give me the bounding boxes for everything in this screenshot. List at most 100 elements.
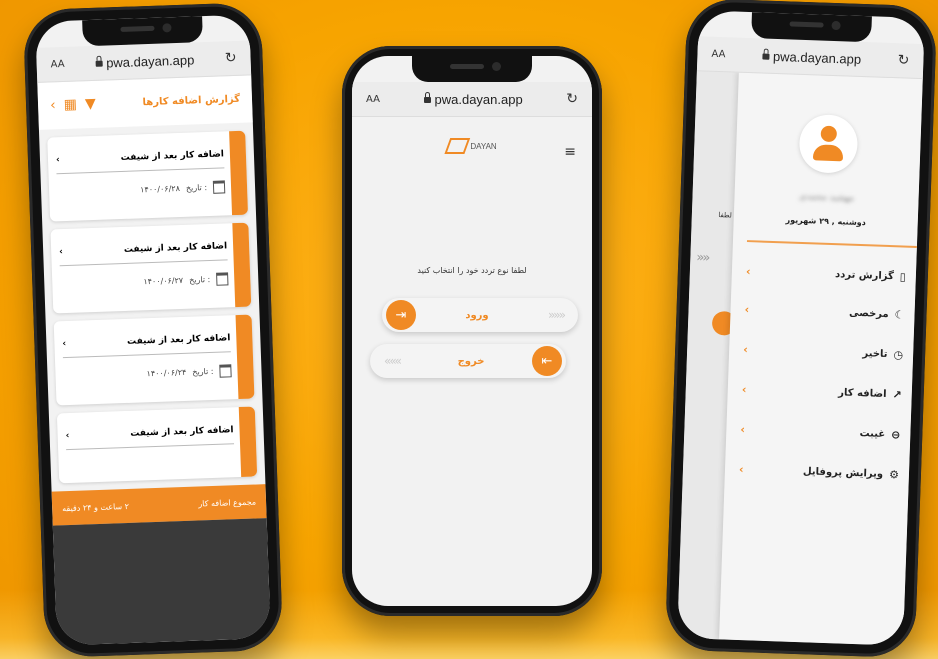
lock-icon [95, 60, 103, 67]
menu-item-attendance-report[interactable]: ‹ گزارش تردد ▯ [746, 258, 907, 290]
filter-icon[interactable]: ▼ [85, 96, 96, 112]
notch [751, 12, 872, 43]
card-date: ۱۴۰۰/۰۶/۲۸ [139, 183, 181, 194]
url-field[interactable]: pwa.dayan.app [95, 52, 195, 70]
url-field[interactable]: pwa.dayan.app [423, 91, 523, 107]
card-title: اضافه کار بعد از شیفت [130, 425, 234, 439]
current-date: دوشنبه , ۲۹ شهریور [785, 215, 866, 228]
overtime-card[interactable]: ‹ اضافه کار بعد از شیفت ۱۴۰۰/۰۶/۲۸ تاریخ : [47, 130, 249, 222]
menu-item-delay[interactable]: ‹ تاخیر ◷ [743, 336, 904, 368]
chevrons-left-icon: ««« [384, 354, 402, 368]
avatar[interactable] [798, 113, 859, 174]
lock-icon [423, 92, 431, 103]
url-text: pwa.dayan.app [105, 51, 195, 70]
notch [82, 16, 203, 47]
chevrons-right-icon: »» [696, 250, 709, 266]
chevron-left-icon: ‹ [743, 342, 749, 356]
divider [746, 240, 917, 248]
menu-item-absence[interactable]: ‹ غیبت ⊖ [740, 416, 901, 448]
report-header: ‹ ▦ ▼ گزارش اضافه کارها [37, 74, 253, 130]
card-title: اضافه کار بعد از شیفت [126, 333, 231, 347]
phone-left-screen: AA pwa.dayan.app ↻ ‹ ▦ ▼ گزارش اضافه کار… [35, 14, 271, 646]
phone-right-screen: AA pwa.dayan.app ↻ لطفا »» مهشید محمدی د… [677, 10, 925, 646]
text-size-button[interactable]: AA [711, 48, 725, 59]
card-date: ۱۴۰۰/۰۶/۲۴ [146, 367, 187, 378]
text-size-button[interactable]: AA [366, 94, 380, 105]
card-tag [229, 130, 249, 216]
chevron-left-icon: ‹ [744, 302, 750, 316]
trend-icon: ↗ [892, 387, 902, 402]
calendar-icon [212, 179, 226, 194]
text-size-button[interactable]: AA [50, 58, 64, 69]
calendar-icon [219, 363, 232, 378]
gear-icon: ⚙ [888, 467, 900, 482]
clipboard-icon: ▯ [899, 269, 907, 284]
total-value: ۲ ساعت و ۲۴ دقیقه [62, 501, 130, 513]
chevron-left-icon[interactable]: ‹ [65, 431, 69, 441]
peek-label: لطفا [718, 211, 733, 220]
notch [412, 56, 532, 82]
enter-button[interactable]: ⇥ ورود »»» [382, 298, 578, 332]
menu-item-leave[interactable]: ‹ مرخصی ☾ [744, 296, 905, 328]
hamburger-menu-icon[interactable]: ≡ [564, 144, 576, 160]
url-text: pwa.dayan.app [434, 91, 523, 107]
chevron-left-icon: ‹ [738, 462, 744, 476]
overtime-card[interactable]: ‹ اضافه کار بعد از شیفت ۱۴۰۰/۰۶/۲۷ تاریخ : [50, 222, 252, 314]
browser-url-bar: AA pwa.dayan.app ↻ [36, 40, 252, 83]
menu-item-label: گزارش تردد [834, 268, 894, 282]
side-drawer: مهشید محمدی دوشنبه , ۲۹ شهریور ‹ گزارش ت… [719, 71, 923, 646]
back-chevron-icon[interactable]: ‹ [50, 97, 56, 113]
card-tag [235, 314, 255, 400]
card-tag [232, 222, 252, 308]
menu-item-label: مرخصی [848, 307, 889, 320]
login-icon: ⇥ [386, 300, 416, 330]
menu-item-label: ویرایش پروفایل [802, 465, 884, 480]
screen-dark-area [52, 518, 271, 646]
reload-icon[interactable]: ↻ [225, 50, 237, 66]
phone-left: AA pwa.dayan.app ↻ ‹ ▦ ▼ گزارش اضافه کار… [22, 2, 284, 658]
card-title: اضافه کار بعد از شیفت [123, 241, 228, 255]
chevron-left-icon: ‹ [741, 382, 747, 396]
chevrons-right-icon: »»» [547, 308, 566, 322]
date-label: تاریخ : [192, 366, 214, 377]
lock-icon [761, 53, 770, 60]
chevron-left-icon: ‹ [740, 422, 746, 436]
chevron-left-icon[interactable]: ‹ [56, 155, 60, 165]
date-label: تاریخ : [188, 274, 211, 285]
menu-item-edit-profile[interactable]: ‹ ویرایش پروفایل ⚙ [739, 456, 900, 488]
exit-label: خروج [457, 355, 485, 367]
overtime-card[interactable]: ‹ اضافه کار بعد از شیفت ۱۴۰۰/۰۶/۲۴ تاریخ : [53, 314, 255, 406]
logout-icon: ⇤ [531, 346, 562, 376]
exit-button[interactable]: ««« خروج ⇤ [370, 344, 566, 378]
url-text: pwa.dayan.app [772, 48, 862, 67]
menu-item-label: تاخیر [862, 347, 888, 360]
logo-text: DAYAN [470, 141, 497, 151]
menu-item-overtime[interactable]: ‹ اضافه کار ↗ [741, 376, 902, 408]
menu-item-label: غیبت [859, 427, 886, 440]
card-title: اضافه کار بعد از شیفت [120, 149, 225, 164]
chevron-left-icon[interactable]: ‹ [59, 247, 63, 257]
reload-icon[interactable]: ↻ [566, 91, 578, 107]
card-date: ۱۴۰۰/۰۶/۲۷ [143, 275, 184, 286]
minus-circle-icon: ⊖ [890, 427, 901, 442]
attendance-prompt: لطفا نوع تردد خود را انتخاب کنید [417, 266, 527, 275]
dayan-logo: DAYAN [444, 138, 497, 154]
enter-label: ورود [465, 309, 489, 321]
chevron-left-icon[interactable]: ‹ [62, 339, 66, 349]
url-field[interactable]: pwa.dayan.app [761, 48, 862, 67]
overtime-card[interactable]: ‹ اضافه کار بعد از شیفت [56, 406, 258, 484]
logo-mark-icon [444, 138, 471, 154]
calendar-icon [216, 271, 229, 286]
reload-icon[interactable]: ↻ [897, 52, 909, 68]
user-icon [820, 125, 838, 143]
calendar-icon[interactable]: ▦ [63, 97, 77, 113]
phone-middle-screen: AA pwa.dayan.app ↻ DAYAN ≡ لطفا نوع تردد… [352, 56, 592, 606]
moon-icon: ☾ [894, 307, 905, 322]
date-label: تاریخ : [185, 182, 208, 193]
page-title: گزارش اضافه کارها [142, 93, 241, 108]
user-name: مهشید محمدی [798, 191, 855, 204]
total-label: مجموع اضافه کار [198, 497, 257, 509]
browser-url-bar: AA pwa.dayan.app ↻ [352, 82, 592, 117]
menu-item-label: اضافه کار [838, 386, 887, 400]
clock-icon: ◷ [893, 347, 904, 362]
